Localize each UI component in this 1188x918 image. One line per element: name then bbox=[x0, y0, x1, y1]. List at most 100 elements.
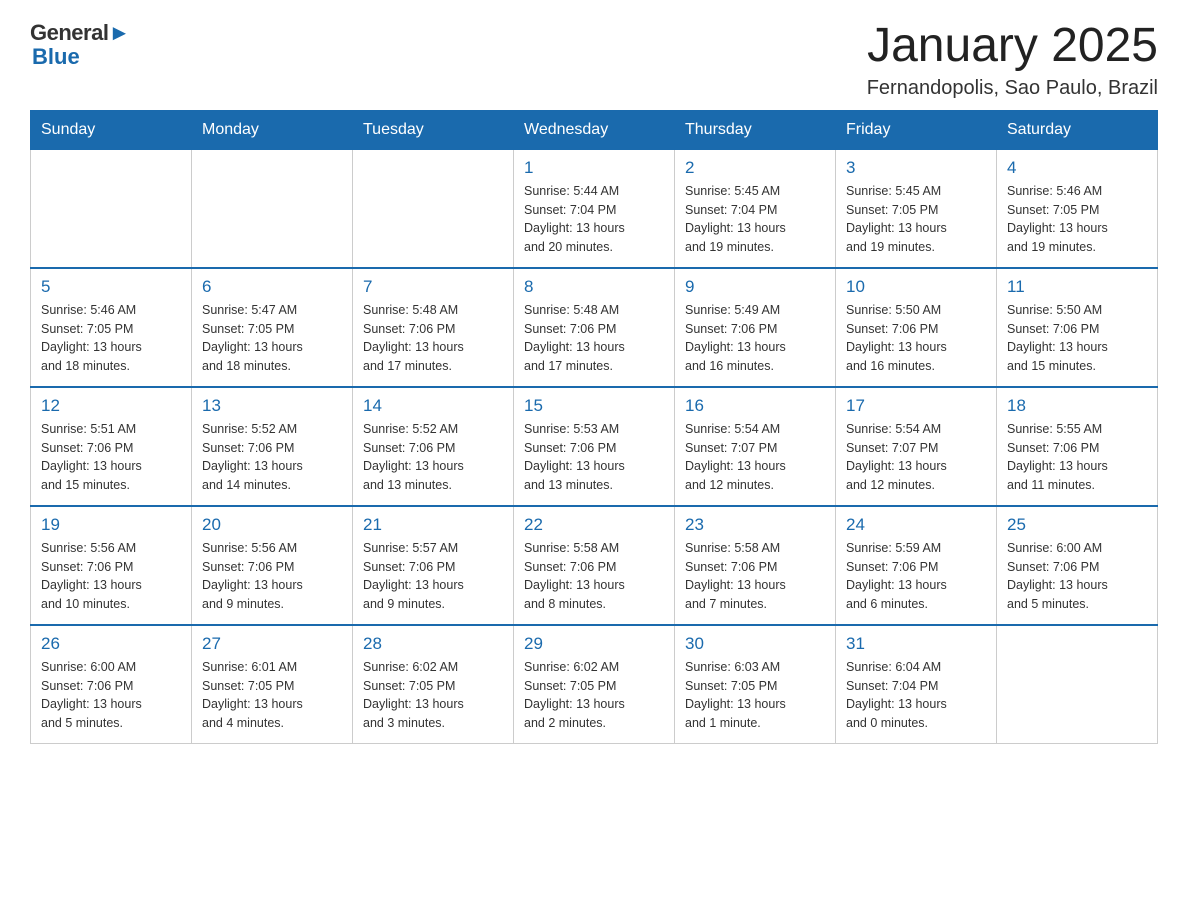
day-number: 3 bbox=[846, 158, 986, 178]
day-number: 24 bbox=[846, 515, 986, 535]
logo: General ► Blue bbox=[30, 20, 130, 70]
calendar-cell: 15Sunrise: 5:53 AMSunset: 7:06 PMDayligh… bbox=[514, 387, 675, 506]
calendar-cell: 14Sunrise: 5:52 AMSunset: 7:06 PMDayligh… bbox=[353, 387, 514, 506]
day-info: Sunrise: 6:04 AMSunset: 7:04 PMDaylight:… bbox=[846, 658, 986, 733]
column-header-saturday: Saturday bbox=[997, 110, 1158, 149]
calendar-cell: 16 Sunrise: 5:54 AMSunset: 7:07 PMDayligh… bbox=[675, 387, 836, 506]
day-info: Sunrise: 5:45 AMSunset: 7:05 PMDaylight:… bbox=[846, 182, 986, 257]
column-header-friday: Friday bbox=[836, 110, 997, 149]
day-info: Sunrise: 5:51 AMSunset: 7:06 PMDaylight:… bbox=[41, 420, 181, 495]
calendar-cell: 28 Sunrise: 6:02 AMSunset: 7:05 PMDayligh… bbox=[353, 625, 514, 744]
calendar-header-row: SundayMondayTuesdayWednesdayThursdayFrid… bbox=[31, 110, 1158, 149]
calendar-cell: 4Sunrise: 5:46 AMSunset: 7:05 PMDaylight… bbox=[997, 149, 1158, 268]
day-number: 10 bbox=[846, 277, 986, 297]
day-number: 25 bbox=[1007, 515, 1147, 535]
logo-general-text: General bbox=[30, 20, 108, 46]
calendar-cell: 19 Sunrise: 5:56 AMSunset: 7:06 PMDayligh… bbox=[31, 506, 192, 625]
day-number: 29 bbox=[524, 634, 664, 654]
day-info: Sunrise: 5:58 AMSunset: 7:06 PMDaylight:… bbox=[524, 539, 664, 614]
title-block: January 2025 Fernandopolis, Sao Paulo, B… bbox=[867, 20, 1158, 100]
day-number: 27 bbox=[202, 634, 342, 654]
day-info: Sunrise: 5:55 AMSunset: 7:06 PMDaylight:… bbox=[1007, 420, 1147, 495]
day-info: Sunrise: 5:45 AMSunset: 7:04 PMDaylight:… bbox=[685, 182, 825, 257]
calendar-cell: 17 Sunrise: 5:54 AMSunset: 7:07 PMDayligh… bbox=[836, 387, 997, 506]
calendar-cell: 9 Sunrise: 5:49 AMSunset: 7:06 PMDaylight… bbox=[675, 268, 836, 387]
calendar-cell: 18 Sunrise: 5:55 AMSunset: 7:06 PMDayligh… bbox=[997, 387, 1158, 506]
day-number: 4 bbox=[1007, 158, 1147, 178]
day-info: Sunrise: 5:52 AMSunset: 7:06 PMDaylight:… bbox=[363, 420, 503, 495]
day-number: 5 bbox=[41, 277, 181, 297]
calendar-week-row: 19 Sunrise: 5:56 AMSunset: 7:06 PMDayligh… bbox=[31, 506, 1158, 625]
day-info: Sunrise: 6:00 AMSunset: 7:06 PMDaylight:… bbox=[41, 658, 181, 733]
day-number: 8 bbox=[524, 277, 664, 297]
day-info: Sunrise: 6:02 AMSunset: 7:05 PMDaylight:… bbox=[363, 658, 503, 733]
day-number: 13 bbox=[202, 396, 342, 416]
calendar-week-row: 26Sunrise: 6:00 AMSunset: 7:06 PMDayligh… bbox=[31, 625, 1158, 744]
calendar-cell: 10 Sunrise: 5:50 AMSunset: 7:06 PMDayligh… bbox=[836, 268, 997, 387]
day-number: 1 bbox=[524, 158, 664, 178]
day-info: Sunrise: 5:59 AMSunset: 7:06 PMDaylight:… bbox=[846, 539, 986, 614]
logo-blue-text: Blue bbox=[32, 44, 130, 70]
calendar-title: January 2025 bbox=[867, 20, 1158, 73]
logo-arrow-icon: ► bbox=[108, 20, 130, 46]
day-number: 2 bbox=[685, 158, 825, 178]
day-info: Sunrise: 5:50 AMSunset: 7:06 PMDaylight:… bbox=[1007, 301, 1147, 376]
calendar-cell: 30 Sunrise: 6:03 AMSunset: 7:05 PMDayligh… bbox=[675, 625, 836, 744]
day-info: Sunrise: 6:03 AMSunset: 7:05 PMDaylight:… bbox=[685, 658, 825, 733]
calendar-week-row: 12Sunrise: 5:51 AMSunset: 7:06 PMDayligh… bbox=[31, 387, 1158, 506]
day-number: 9 bbox=[685, 277, 825, 297]
calendar-subtitle: Fernandopolis, Sao Paulo, Brazil bbox=[867, 77, 1158, 100]
day-info: Sunrise: 5:49 AMSunset: 7:06 PMDaylight:… bbox=[685, 301, 825, 376]
day-info: Sunrise: 6:00 AMSunset: 7:06 PMDaylight:… bbox=[1007, 539, 1147, 614]
calendar-cell: 22 Sunrise: 5:58 AMSunset: 7:06 PMDayligh… bbox=[514, 506, 675, 625]
column-header-wednesday: Wednesday bbox=[514, 110, 675, 149]
page-header: General ► Blue January 2025 Fernandopoli… bbox=[30, 20, 1158, 100]
day-number: 11 bbox=[1007, 277, 1147, 297]
day-number: 6 bbox=[202, 277, 342, 297]
day-info: Sunrise: 5:50 AMSunset: 7:06 PMDaylight:… bbox=[846, 301, 986, 376]
day-info: Sunrise: 6:02 AMSunset: 7:05 PMDaylight:… bbox=[524, 658, 664, 733]
day-number: 20 bbox=[202, 515, 342, 535]
calendar-cell: 8Sunrise: 5:48 AMSunset: 7:06 PMDaylight… bbox=[514, 268, 675, 387]
day-number: 28 bbox=[363, 634, 503, 654]
day-number: 22 bbox=[524, 515, 664, 535]
day-info: Sunrise: 6:01 AMSunset: 7:05 PMDaylight:… bbox=[202, 658, 342, 733]
day-number: 16 bbox=[685, 396, 825, 416]
calendar-cell: 21 Sunrise: 5:57 AMSunset: 7:06 PMDayligh… bbox=[353, 506, 514, 625]
calendar-cell: 11 Sunrise: 5:50 AMSunset: 7:06 PMDayligh… bbox=[997, 268, 1158, 387]
day-number: 18 bbox=[1007, 396, 1147, 416]
day-info: Sunrise: 5:54 AMSunset: 7:07 PMDaylight:… bbox=[846, 420, 986, 495]
calendar-cell: 26Sunrise: 6:00 AMSunset: 7:06 PMDayligh… bbox=[31, 625, 192, 744]
calendar-cell: 31Sunrise: 6:04 AMSunset: 7:04 PMDayligh… bbox=[836, 625, 997, 744]
day-info: Sunrise: 5:52 AMSunset: 7:06 PMDaylight:… bbox=[202, 420, 342, 495]
day-number: 17 bbox=[846, 396, 986, 416]
calendar-cell: 27 Sunrise: 6:01 AMSunset: 7:05 PMDayligh… bbox=[192, 625, 353, 744]
day-number: 19 bbox=[41, 515, 181, 535]
calendar-cell bbox=[353, 149, 514, 268]
column-header-sunday: Sunday bbox=[31, 110, 192, 149]
column-header-thursday: Thursday bbox=[675, 110, 836, 149]
calendar-cell bbox=[31, 149, 192, 268]
calendar-cell: 7Sunrise: 5:48 AMSunset: 7:06 PMDaylight… bbox=[353, 268, 514, 387]
day-info: Sunrise: 5:53 AMSunset: 7:06 PMDaylight:… bbox=[524, 420, 664, 495]
calendar-cell: 6 Sunrise: 5:47 AMSunset: 7:05 PMDaylight… bbox=[192, 268, 353, 387]
calendar-cell: 13 Sunrise: 5:52 AMSunset: 7:06 PMDayligh… bbox=[192, 387, 353, 506]
calendar-cell bbox=[997, 625, 1158, 744]
day-number: 30 bbox=[685, 634, 825, 654]
day-number: 23 bbox=[685, 515, 825, 535]
day-info: Sunrise: 5:56 AMSunset: 7:06 PMDaylight:… bbox=[41, 539, 181, 614]
calendar-cell bbox=[192, 149, 353, 268]
day-info: Sunrise: 5:57 AMSunset: 7:06 PMDaylight:… bbox=[363, 539, 503, 614]
calendar-cell: 12Sunrise: 5:51 AMSunset: 7:06 PMDayligh… bbox=[31, 387, 192, 506]
calendar-cell: 2 Sunrise: 5:45 AMSunset: 7:04 PMDaylight… bbox=[675, 149, 836, 268]
calendar-cell: 1Sunrise: 5:44 AMSunset: 7:04 PMDaylight… bbox=[514, 149, 675, 268]
calendar-week-row: 1Sunrise: 5:44 AMSunset: 7:04 PMDaylight… bbox=[31, 149, 1158, 268]
column-header-monday: Monday bbox=[192, 110, 353, 149]
day-info: Sunrise: 5:54 AMSunset: 7:07 PMDaylight:… bbox=[685, 420, 825, 495]
calendar-cell: 23Sunrise: 5:58 AMSunset: 7:06 PMDayligh… bbox=[675, 506, 836, 625]
day-number: 21 bbox=[363, 515, 503, 535]
calendar-table: SundayMondayTuesdayWednesdayThursdayFrid… bbox=[30, 110, 1158, 744]
calendar-cell: 3 Sunrise: 5:45 AMSunset: 7:05 PMDaylight… bbox=[836, 149, 997, 268]
day-number: 7 bbox=[363, 277, 503, 297]
day-info: Sunrise: 5:47 AMSunset: 7:05 PMDaylight:… bbox=[202, 301, 342, 376]
